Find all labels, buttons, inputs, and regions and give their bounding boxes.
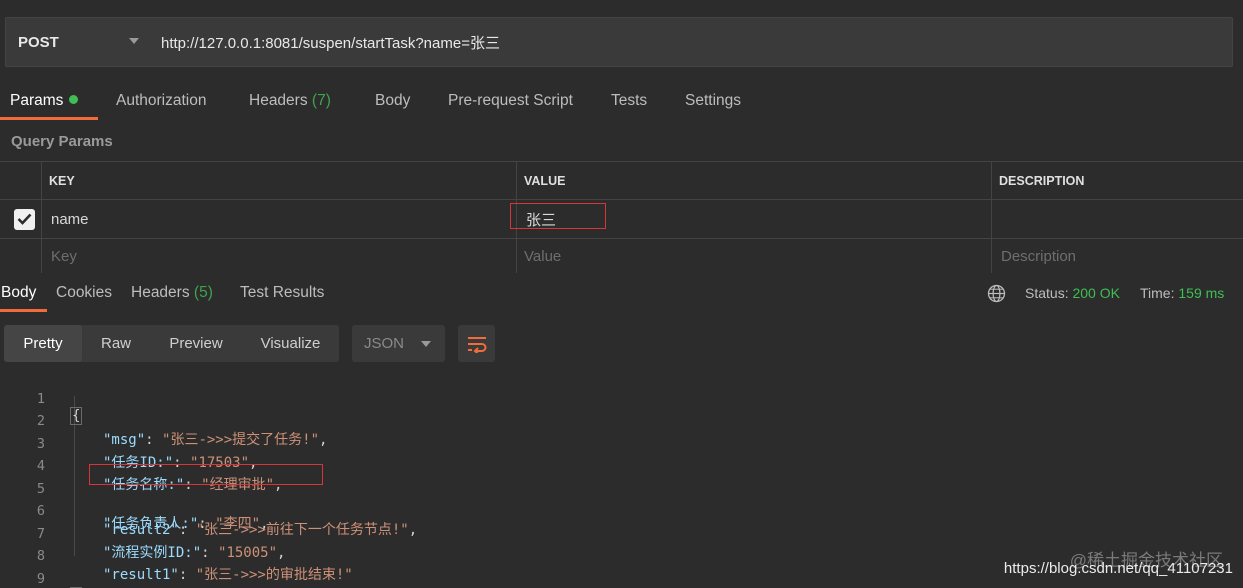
response-tab-underline: [0, 309, 47, 312]
table-row-new: Key Value Description: [0, 239, 1243, 273]
chevron-down-icon: [421, 341, 431, 347]
highlight-box: [510, 203, 606, 229]
view-preview-button[interactable]: Preview: [154, 325, 238, 362]
query-params-title: Query Params: [11, 133, 113, 150]
wrap-lines-button[interactable]: [458, 325, 495, 362]
new-value-input[interactable]: Value: [524, 248, 561, 265]
check-icon: [17, 213, 32, 225]
format-select[interactable]: JSON: [352, 325, 445, 362]
code-line: 1 {: [36, 391, 83, 425]
active-tab-underline: [0, 117, 98, 120]
watermark-csdn: https://blog.csdn.net/qq_41107231: [1003, 560, 1233, 577]
globe-icon[interactable]: [987, 284, 1006, 303]
chevron-down-icon: [129, 38, 139, 44]
tab-params[interactable]: Params: [10, 92, 79, 110]
tab-cookies[interactable]: Cookies: [56, 284, 112, 302]
tab-settings[interactable]: Settings: [685, 92, 741, 110]
response-time: 159 ms: [1178, 285, 1225, 301]
status-code: 200 OK: [1072, 285, 1120, 301]
url-bar: POST http://127.0.0.1:8081/suspen/startT…: [5, 17, 1233, 67]
code-line: 7 "流程实例ID:": "15005",: [36, 526, 286, 561]
param-key-cell[interactable]: name: [51, 211, 89, 228]
view-visualize-button[interactable]: Visualize: [244, 325, 337, 362]
request-tabs: Params Authorization Headers (7) Body Pr…: [0, 84, 1243, 122]
active-dot-icon: [69, 95, 79, 104]
table-header-row: KEY VALUE DESCRIPTION: [0, 162, 1243, 200]
method-label: POST: [18, 33, 59, 51]
tab-authorization[interactable]: Authorization: [116, 92, 206, 110]
highlight-box: [89, 464, 323, 485]
url-input[interactable]: http://127.0.0.1:8081/suspen/startTask?n…: [161, 18, 500, 66]
code-line: 4 "任务名称:": "经理审批",: [36, 458, 283, 493]
view-pretty-button[interactable]: Pretty: [4, 325, 82, 362]
method-select[interactable]: POST: [6, 18, 149, 66]
tab-response-headers[interactable]: Headers (5): [131, 284, 213, 302]
code-line: 6 "result2": "张三->>>前往下一个任务节点!",: [36, 503, 418, 538]
code-line: 5 "任务负责人:": "李四",: [0, 464, 1243, 532]
code-line: 3 "任务ID:": "17503",: [36, 436, 258, 471]
status-readout: Status: 200 OK: [1025, 285, 1120, 301]
view-raw-button[interactable]: Raw: [84, 325, 148, 362]
table-row: name 张三: [0, 200, 1243, 239]
tab-tests[interactable]: Tests: [611, 92, 647, 110]
tab-headers[interactable]: Headers (7): [249, 92, 331, 110]
view-mode-group: Pretty Raw Preview Visualize: [4, 325, 339, 362]
new-description-input[interactable]: Description: [1001, 248, 1076, 265]
tab-test-results[interactable]: Test Results: [240, 284, 324, 302]
time-readout: Time: 159 ms: [1140, 285, 1225, 301]
tab-pre-request-script[interactable]: Pre-request Script: [448, 92, 573, 110]
column-header-description: DESCRIPTION: [999, 173, 1085, 188]
params-table: KEY VALUE DESCRIPTION name 张三 Key Value …: [0, 161, 1243, 273]
code-line: 8 "result1": "张三->>>的审批结束!": [36, 548, 353, 583]
param-enabled-checkbox[interactable]: [14, 208, 35, 230]
tab-body[interactable]: Body: [375, 92, 410, 110]
wrap-lines-icon: [467, 336, 486, 353]
tab-response-body[interactable]: Body: [1, 284, 36, 302]
new-key-input[interactable]: Key: [51, 248, 77, 265]
column-header-key: KEY: [49, 173, 75, 188]
column-header-value: VALUE: [524, 173, 566, 188]
code-line: 2 "msg": "张三->>>提交了任务!",: [36, 413, 328, 448]
